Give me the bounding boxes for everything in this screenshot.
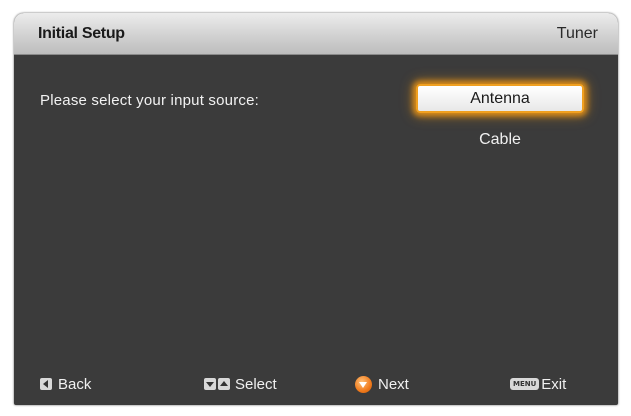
footer-hints: Back Select Next MENU Exit [14, 365, 618, 405]
back-label: Back [58, 375, 92, 393]
select-label: Select [235, 375, 277, 393]
select-hint[interactable]: Select [204, 375, 277, 393]
option-cable[interactable]: Cable [416, 125, 584, 154]
input-source-prompt: Please select your input source: [40, 92, 260, 109]
option-antenna[interactable]: Antenna [416, 84, 584, 113]
next-label: Next [378, 375, 409, 393]
exit-button[interactable]: MENU Exit [510, 375, 566, 393]
input-source-options: Antenna Cable [414, 84, 586, 154]
next-button[interactable]: Next [355, 375, 409, 393]
back-button[interactable]: Back [40, 375, 91, 393]
dialog-header: Initial Setup Tuner [14, 13, 618, 55]
down-arrow-key-icon [204, 378, 216, 390]
page-title: Initial Setup [38, 25, 125, 42]
ok-button-icon [355, 375, 372, 393]
setup-dialog: Initial Setup Tuner Please select your i… [14, 13, 618, 405]
up-arrow-key-icon [218, 378, 230, 390]
left-arrow-key-icon [40, 378, 52, 390]
exit-label: Exit [541, 375, 567, 393]
section-label: Tuner [556, 25, 598, 42]
menu-key-icon: MENU [510, 378, 540, 390]
